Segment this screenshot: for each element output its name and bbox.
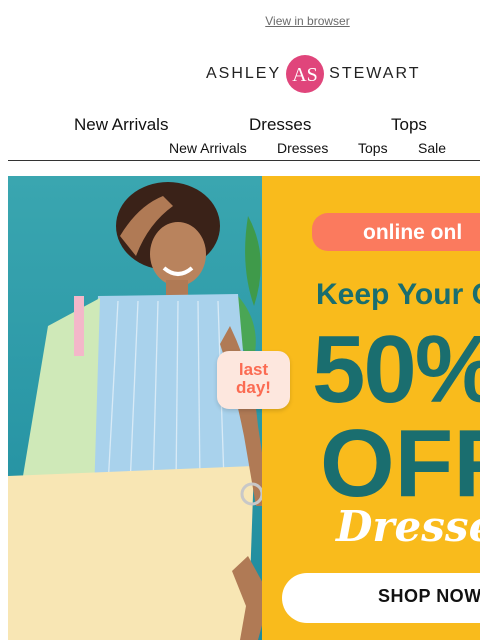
promo-headline: Keep Your C: [316, 278, 480, 311]
promo-panel: online onl Keep Your C 50% OFF Dresse SH…: [262, 176, 480, 640]
subnav-sale[interactable]: Sale: [418, 140, 446, 156]
secondary-nav: New Arrivals Dresses Tops Sale: [0, 140, 480, 158]
logo-text-right: STEWART: [329, 65, 421, 82]
badge-line-2: day!: [236, 378, 271, 397]
shop-now-label[interactable]: SHOP NOW: [378, 586, 480, 607]
subnav-dresses[interactable]: Dresses: [277, 140, 328, 156]
discount-off: OFF: [320, 410, 480, 517]
discount-percent: 50%: [312, 316, 480, 423]
view-in-browser-link[interactable]: View in browser: [0, 14, 480, 28]
logo-text-left: ASHLEY: [206, 65, 282, 82]
nav-tops[interactable]: Tops: [391, 115, 427, 135]
online-only-label: online onl: [363, 221, 463, 244]
subnav-new-arrivals[interactable]: New Arrivals: [169, 140, 247, 156]
badge-line-1: last: [238, 360, 269, 379]
promo-category: Dresse: [336, 502, 480, 551]
ashley-stewart-logo[interactable]: ASHLEY AS STEWART: [206, 52, 418, 96]
nav-divider: [8, 160, 480, 161]
nav-new-arrivals[interactable]: New Arrivals: [74, 115, 168, 135]
last-day-badge: last day!: [217, 351, 290, 409]
subnav-tops[interactable]: Tops: [358, 140, 388, 156]
primary-nav: New Arrivals Dresses Tops: [0, 115, 480, 137]
svg-text:AS: AS: [292, 64, 318, 86]
nav-dresses[interactable]: Dresses: [249, 115, 311, 135]
logo-mark-icon: AS: [286, 55, 325, 93]
hero-banner[interactable]: online onl Keep Your C 50% OFF Dresse SH…: [8, 176, 480, 640]
